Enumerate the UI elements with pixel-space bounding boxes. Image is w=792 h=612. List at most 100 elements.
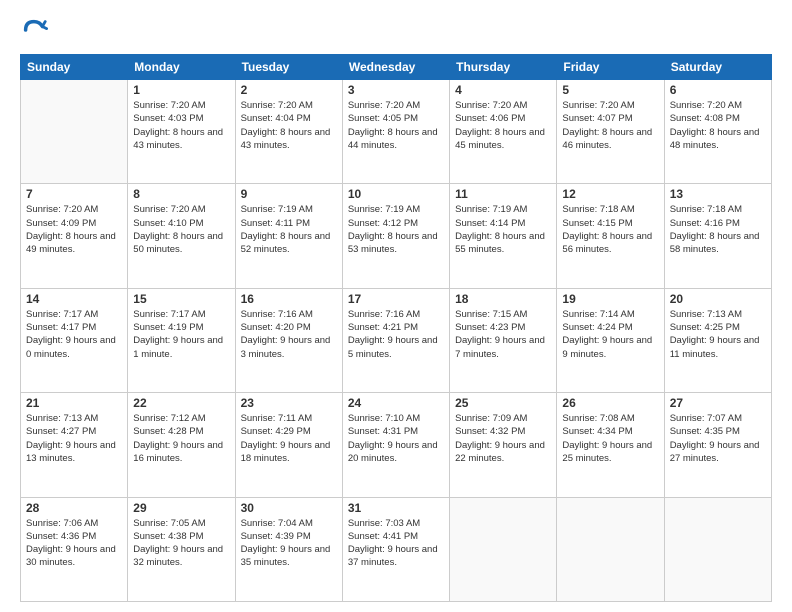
day-number: 31 <box>348 501 444 515</box>
calendar-cell <box>21 80 128 184</box>
day-detail: Sunrise: 7:06 AMSunset: 4:36 PMDaylight:… <box>26 517 122 570</box>
day-number: 5 <box>562 83 658 97</box>
calendar-cell <box>450 497 557 601</box>
day-number: 10 <box>348 187 444 201</box>
day-number: 25 <box>455 396 551 410</box>
calendar-cell: 28 Sunrise: 7:06 AMSunset: 4:36 PMDayligh… <box>21 497 128 601</box>
day-detail: Sunrise: 7:13 AMSunset: 4:25 PMDaylight:… <box>670 308 766 361</box>
header <box>20 16 772 44</box>
calendar-cell: 15 Sunrise: 7:17 AMSunset: 4:19 PMDayligh… <box>128 288 235 392</box>
day-detail: Sunrise: 7:19 AMSunset: 4:14 PMDaylight:… <box>455 203 551 256</box>
week-row-3: 14Sunrise: 7:17 AMSunset: 4:17 PMDayligh… <box>21 288 772 392</box>
calendar-cell: 22 Sunrise: 7:12 AMSunset: 4:28 PMDayligh… <box>128 393 235 497</box>
day-number: 30 <box>241 501 337 515</box>
day-number: 26 <box>562 396 658 410</box>
page: SundayMondayTuesdayWednesdayThursdayFrid… <box>0 0 792 612</box>
day-detail: Sunrise: 7:19 AMSunset: 4:12 PMDaylight:… <box>348 203 444 256</box>
calendar-cell: 6 Sunrise: 7:20 AMSunset: 4:08 PMDaylight… <box>664 80 771 184</box>
day-detail: Sunrise: 7:03 AMSunset: 4:41 PMDaylight:… <box>348 517 444 570</box>
day-detail: Sunrise: 7:17 AMSunset: 4:17 PMDaylight:… <box>26 308 122 361</box>
day-detail: Sunrise: 7:20 AMSunset: 4:04 PMDaylight:… <box>241 99 337 152</box>
weekday-tuesday: Tuesday <box>235 55 342 80</box>
weekday-sunday: Sunday <box>21 55 128 80</box>
calendar-cell: 26 Sunrise: 7:08 AMSunset: 4:34 PMDayligh… <box>557 393 664 497</box>
calendar-cell: 1Sunrise: 7:20 AMSunset: 4:03 PMDaylight… <box>128 80 235 184</box>
day-detail: Sunrise: 7:08 AMSunset: 4:34 PMDaylight:… <box>562 412 658 465</box>
calendar-cell: 5 Sunrise: 7:20 AMSunset: 4:07 PMDaylight… <box>557 80 664 184</box>
day-detail: Sunrise: 7:20 AMSunset: 4:05 PMDaylight:… <box>348 99 444 152</box>
calendar-cell: 19 Sunrise: 7:14 AMSunset: 4:24 PMDayligh… <box>557 288 664 392</box>
day-detail: Sunrise: 7:05 AMSunset: 4:38 PMDaylight:… <box>133 517 229 570</box>
logo <box>20 16 52 44</box>
calendar-cell: 30Sunrise: 7:04 AMSunset: 4:39 PMDayligh… <box>235 497 342 601</box>
day-number: 1 <box>133 83 229 97</box>
day-number: 17 <box>348 292 444 306</box>
day-number: 4 <box>455 83 551 97</box>
calendar-cell: 13Sunrise: 7:18 AMSunset: 4:16 PMDayligh… <box>664 184 771 288</box>
day-detail: Sunrise: 7:09 AMSunset: 4:32 PMDaylight:… <box>455 412 551 465</box>
calendar-cell: 23Sunrise: 7:11 AMSunset: 4:29 PMDayligh… <box>235 393 342 497</box>
calendar-cell: 7 Sunrise: 7:20 AMSunset: 4:09 PMDaylight… <box>21 184 128 288</box>
day-number: 19 <box>562 292 658 306</box>
calendar-cell: 24Sunrise: 7:10 AMSunset: 4:31 PMDayligh… <box>342 393 449 497</box>
calendar-cell: 29Sunrise: 7:05 AMSunset: 4:38 PMDayligh… <box>128 497 235 601</box>
day-detail: Sunrise: 7:20 AMSunset: 4:08 PMDaylight:… <box>670 99 766 152</box>
week-row-5: 28 Sunrise: 7:06 AMSunset: 4:36 PMDayligh… <box>21 497 772 601</box>
calendar-cell: 9 Sunrise: 7:19 AMSunset: 4:11 PMDaylight… <box>235 184 342 288</box>
calendar-table: SundayMondayTuesdayWednesdayThursdayFrid… <box>20 54 772 602</box>
day-detail: Sunrise: 7:19 AMSunset: 4:11 PMDaylight:… <box>241 203 337 256</box>
day-detail: Sunrise: 7:14 AMSunset: 4:24 PMDaylight:… <box>562 308 658 361</box>
day-number: 9 <box>241 187 337 201</box>
week-row-2: 7 Sunrise: 7:20 AMSunset: 4:09 PMDaylight… <box>21 184 772 288</box>
day-detail: Sunrise: 7:20 AMSunset: 4:07 PMDaylight:… <box>562 99 658 152</box>
day-number: 11 <box>455 187 551 201</box>
weekday-wednesday: Wednesday <box>342 55 449 80</box>
day-detail: Sunrise: 7:17 AMSunset: 4:19 PMDaylight:… <box>133 308 229 361</box>
day-number: 6 <box>670 83 766 97</box>
calendar-cell: 14Sunrise: 7:17 AMSunset: 4:17 PMDayligh… <box>21 288 128 392</box>
calendar-cell: 31 Sunrise: 7:03 AMSunset: 4:41 PMDayligh… <box>342 497 449 601</box>
weekday-saturday: Saturday <box>664 55 771 80</box>
day-number: 7 <box>26 187 122 201</box>
day-number: 12 <box>562 187 658 201</box>
day-number: 15 <box>133 292 229 306</box>
day-number: 18 <box>455 292 551 306</box>
calendar-cell: 18Sunrise: 7:15 AMSunset: 4:23 PMDayligh… <box>450 288 557 392</box>
calendar-cell: 3Sunrise: 7:20 AMSunset: 4:05 PMDaylight… <box>342 80 449 184</box>
calendar-cell: 12 Sunrise: 7:18 AMSunset: 4:15 PMDayligh… <box>557 184 664 288</box>
calendar-cell: 20 Sunrise: 7:13 AMSunset: 4:25 PMDayligh… <box>664 288 771 392</box>
week-row-4: 21Sunrise: 7:13 AMSunset: 4:27 PMDayligh… <box>21 393 772 497</box>
calendar-cell <box>664 497 771 601</box>
day-detail: Sunrise: 7:20 AMSunset: 4:10 PMDaylight:… <box>133 203 229 256</box>
day-number: 16 <box>241 292 337 306</box>
weekday-friday: Friday <box>557 55 664 80</box>
day-number: 27 <box>670 396 766 410</box>
calendar-cell: 11 Sunrise: 7:19 AMSunset: 4:14 PMDayligh… <box>450 184 557 288</box>
day-detail: Sunrise: 7:18 AMSunset: 4:15 PMDaylight:… <box>562 203 658 256</box>
weekday-thursday: Thursday <box>450 55 557 80</box>
calendar-cell: 27 Sunrise: 7:07 AMSunset: 4:35 PMDayligh… <box>664 393 771 497</box>
day-detail: Sunrise: 7:20 AMSunset: 4:09 PMDaylight:… <box>26 203 122 256</box>
day-detail: Sunrise: 7:12 AMSunset: 4:28 PMDaylight:… <box>133 412 229 465</box>
calendar-cell: 8 Sunrise: 7:20 AMSunset: 4:10 PMDaylight… <box>128 184 235 288</box>
day-detail: Sunrise: 7:20 AMSunset: 4:06 PMDaylight:… <box>455 99 551 152</box>
day-number: 8 <box>133 187 229 201</box>
day-detail: Sunrise: 7:11 AMSunset: 4:29 PMDaylight:… <box>241 412 337 465</box>
calendar-cell: 10 Sunrise: 7:19 AMSunset: 4:12 PMDayligh… <box>342 184 449 288</box>
day-detail: Sunrise: 7:07 AMSunset: 4:35 PMDaylight:… <box>670 412 766 465</box>
calendar-cell: 17Sunrise: 7:16 AMSunset: 4:21 PMDayligh… <box>342 288 449 392</box>
day-detail: Sunrise: 7:16 AMSunset: 4:20 PMDaylight:… <box>241 308 337 361</box>
calendar-cell: 2 Sunrise: 7:20 AMSunset: 4:04 PMDaylight… <box>235 80 342 184</box>
day-number: 2 <box>241 83 337 97</box>
week-row-1: 1Sunrise: 7:20 AMSunset: 4:03 PMDaylight… <box>21 80 772 184</box>
calendar-cell: 25 Sunrise: 7:09 AMSunset: 4:32 PMDayligh… <box>450 393 557 497</box>
day-number: 22 <box>133 396 229 410</box>
day-number: 20 <box>670 292 766 306</box>
calendar-cell: 4 Sunrise: 7:20 AMSunset: 4:06 PMDaylight… <box>450 80 557 184</box>
day-detail: Sunrise: 7:10 AMSunset: 4:31 PMDaylight:… <box>348 412 444 465</box>
logo-icon <box>20 16 48 44</box>
day-detail: Sunrise: 7:13 AMSunset: 4:27 PMDaylight:… <box>26 412 122 465</box>
day-number: 28 <box>26 501 122 515</box>
day-number: 13 <box>670 187 766 201</box>
weekday-monday: Monday <box>128 55 235 80</box>
